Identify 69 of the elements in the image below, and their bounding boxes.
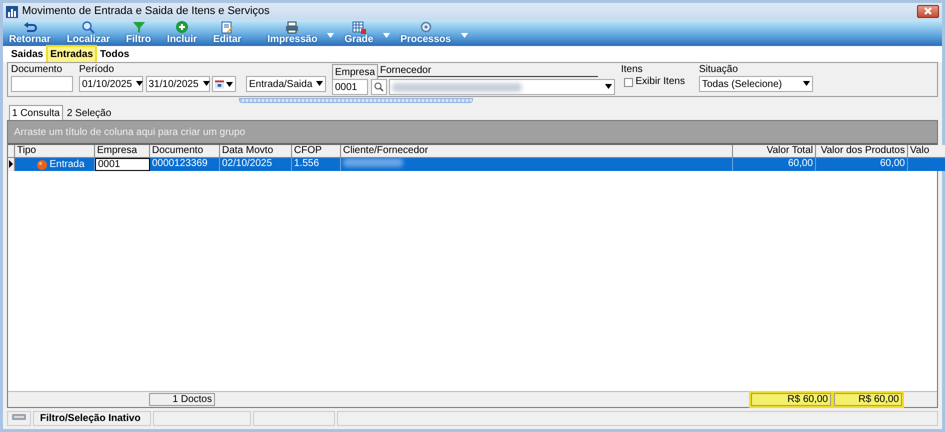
column-header[interactable]: Cliente/Fornecedor: [341, 145, 733, 158]
lookup-tab[interactable]: Fornecedor: [378, 64, 598, 77]
table-cell: 60,00: [816, 158, 908, 171]
column-header[interactable]: Valor Total: [733, 145, 816, 158]
date-field[interactable]: 01/10/2025: [79, 76, 143, 92]
search-button[interactable]: [370, 79, 386, 95]
field-label: Período: [79, 64, 116, 76]
group-by-panel: Arraste um título de coluna aqui para criar um grupo: [8, 121, 937, 145]
calendar-icon: [215, 80, 224, 88]
lookup-tab[interactable]: Empresa: [332, 64, 378, 79]
filter-tab[interactable]: Saidas: [9, 46, 46, 62]
printer-icon: [285, 21, 300, 34]
column-header[interactable]: Empresa: [95, 145, 150, 158]
column-header[interactable]: Valo: [908, 145, 945, 158]
filter-tab[interactable]: Entradas: [48, 46, 96, 62]
blurred-text: [343, 158, 403, 167]
view-tab[interactable]: 2 Seleção: [64, 107, 114, 120]
edit-icon: [220, 21, 234, 34]
field-label: Itens: [621, 64, 644, 76]
total-cell: R$ 60,00: [834, 393, 902, 406]
caret-icon: [327, 32, 334, 38]
code-field[interactable]: 0001: [332, 79, 368, 95]
checkbox[interactable]: [624, 78, 633, 86]
gear-icon: [418, 21, 433, 34]
splitter-handle[interactable]: [239, 98, 473, 103]
close-button[interactable]: [917, 5, 939, 18]
filter-tab[interactable]: Todos: [98, 46, 132, 62]
table-cell: 0000123369: [150, 158, 220, 171]
view-tab[interactable]: 1 Consulta: [9, 105, 63, 120]
field-label: Situação: [698, 64, 739, 76]
caret-icon: [802, 81, 810, 86]
caret-icon: [383, 32, 390, 38]
column-header[interactable]: Data Movto: [220, 145, 292, 158]
back-arrow-icon: [22, 21, 37, 34]
checkbox-label: Exibir Itens: [636, 76, 685, 88]
table-cell: 02/10/2025: [220, 158, 292, 171]
close-icon: [924, 6, 932, 15]
add-icon: [175, 21, 190, 34]
caret-icon: [316, 81, 324, 86]
table-cell: 0001: [95, 158, 150, 171]
search-icon: [374, 82, 384, 92]
search-icon: [81, 21, 96, 34]
column-header[interactable]: Documento: [150, 145, 220, 158]
status-text: Filtro/Seleção Inativo: [33, 411, 151, 426]
total-cell: R$ 60,00: [751, 393, 831, 406]
date-field[interactable]: 31/10/2025: [146, 76, 210, 92]
input-field[interactable]: [11, 76, 73, 92]
caret-icon: [202, 81, 210, 86]
dropdown-field[interactable]: Todas (Selecione): [698, 76, 813, 92]
caret-icon: [605, 84, 612, 90]
window-title: Movimento de Entrada e Saida de Itens e Serviços: [22, 4, 270, 20]
caret-icon: [460, 32, 468, 38]
keyboard-icon: [12, 413, 26, 421]
caret-icon: [136, 81, 144, 86]
column-header[interactable]: Tipo: [15, 145, 95, 158]
table-cell: [908, 158, 945, 171]
table-cell: 1.556: [292, 158, 341, 171]
app-icon: [6, 6, 18, 18]
caret-icon: [226, 82, 233, 86]
table-cell: Entrada: [50, 158, 85, 170]
field-label: Documento: [11, 64, 64, 76]
record-count: 1 Doctos: [149, 393, 215, 406]
dropdown-field[interactable]: Entrada/Saida: [246, 76, 326, 92]
grid-icon: [352, 21, 366, 34]
status-dot-icon: [37, 160, 47, 170]
column-header[interactable]: Valor dos Produtos: [816, 145, 908, 158]
column-header[interactable]: CFOP: [292, 145, 341, 158]
calendar-button[interactable]: [212, 76, 236, 92]
table-cell: 60,00: [733, 158, 816, 171]
